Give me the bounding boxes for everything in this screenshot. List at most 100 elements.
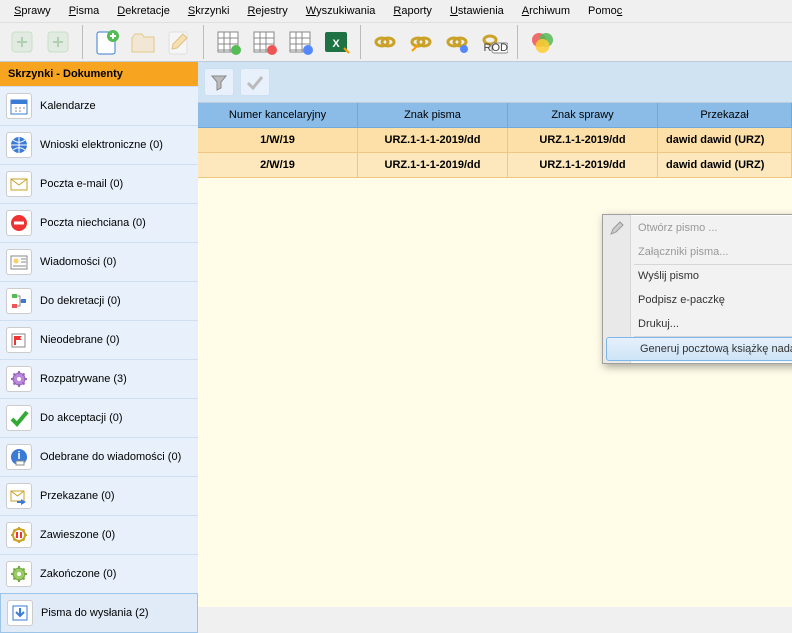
cell-sprawa: URZ.1-1-2019/dd (508, 153, 658, 178)
column-znak-sprawy[interactable]: Znak sprawy (508, 103, 658, 128)
sidebar-item-label: Do akceptacji (0) (40, 412, 123, 424)
menu-wyszukiwania[interactable]: Wyszukiwania (298, 3, 384, 19)
cell-pismo: URZ.1-1-1-2019/dd (358, 153, 508, 178)
context-menu-label: Podpisz e-paczkę (638, 294, 725, 306)
sidebar-item-label: Nieodebrane (0) (40, 334, 120, 346)
menu-skrzynki[interactable]: Skrzynki (180, 3, 238, 19)
sidebar-item-info[interactable]: i Odebrane do wiadomości (0) (0, 437, 198, 476)
context-menu-item[interactable]: Generuj pocztową książkę nadawczą (606, 337, 792, 361)
cell-num: 1/W/19 (198, 128, 358, 153)
context-menu-label: Wyślij pismo (638, 270, 699, 282)
sidebar-item-label: Poczta e-mail (0) (40, 178, 123, 190)
toolbar-link1-icon[interactable] (369, 26, 401, 58)
gear-icon (6, 366, 32, 392)
toolbar-add-icon[interactable] (6, 26, 38, 58)
toolbar-link2-icon[interactable] (405, 26, 437, 58)
sidebar-item-flag[interactable]: Nieodebrane (0) (0, 320, 198, 359)
send-icon (7, 600, 33, 626)
menu-pomoc[interactable]: Pomoc (580, 3, 630, 19)
toolbar-newdoc-icon[interactable] (91, 26, 123, 58)
info-icon: i (6, 444, 32, 470)
toolbar-rodo-icon[interactable]: RODO (477, 26, 509, 58)
context-menu-item[interactable]: Podpisz e-paczkę (604, 288, 792, 312)
sidebar-item-label: Poczta niechciana (0) (40, 217, 146, 229)
sidebar-item-send[interactable]: Pisma do wysłania (2) (0, 593, 198, 633)
sidebar-item-label: Do dekretacji (0) (40, 295, 121, 307)
context-menu-label: Drukuj... (638, 318, 679, 330)
funnel-icon[interactable] (204, 68, 234, 96)
table-row[interactable]: 2/W/19 URZ.1-1-1-2019/dd URZ.1-1-2019/dd… (198, 153, 792, 178)
sidebar-item-forward[interactable]: Przekazane (0) (0, 476, 198, 515)
sidebar-item-label: Wiadomości (0) (40, 256, 116, 268)
forward-icon (6, 483, 32, 509)
context-menu-item: Otwórz pismo ... (604, 216, 792, 240)
toolbar-venn-icon[interactable] (526, 26, 558, 58)
cell-pismo: URZ.1-1-1-2019/dd (358, 128, 508, 153)
toolbar-excel-icon[interactable]: X (320, 26, 352, 58)
toolbar-grid3-icon[interactable] (284, 26, 316, 58)
flag-icon (6, 327, 32, 353)
sidebar-item-label: Wnioski elektroniczne (0) (40, 139, 163, 151)
context-menu-label: Otwórz pismo ... (638, 222, 717, 234)
sidebar-item-globe[interactable]: Wnioski elektroniczne (0) (0, 125, 198, 164)
context-menu-item: Załączniki pisma... (604, 240, 792, 264)
grid-header: Numer kancelaryjny Znak pisma Znak spraw… (198, 103, 792, 128)
apply-check-icon[interactable] (240, 68, 270, 96)
sidebar-item-mail[interactable]: Poczta e-mail (0) (0, 164, 198, 203)
context-menu-item[interactable]: Drukuj...▶ (604, 312, 792, 336)
sidebar-item-news[interactable]: Wiadomości (0) (0, 242, 198, 281)
sidebar-item-label: Odebrane do wiadomości (0) (40, 451, 181, 463)
cell-num: 2/W/19 (198, 153, 358, 178)
news-icon (6, 249, 32, 275)
toolbar-edit-icon[interactable] (163, 26, 195, 58)
menubar: Sprawy Pisma Dekretacje Skrzynki Rejestr… (0, 0, 792, 23)
cell-przek: dawid dawid (URZ) (658, 128, 792, 153)
sidebar-item-label: Zawieszone (0) (40, 529, 115, 541)
table-row[interactable]: 1/W/19 URZ.1-1-1-2019/dd URZ.1-1-2019/dd… (198, 128, 792, 153)
column-przekazal[interactable]: Przekazał (658, 103, 792, 128)
sidebar: Skrzynki - Dokumenty Kalendarze Wnioski e… (0, 62, 198, 607)
menu-ustawienia[interactable]: Ustawienia (442, 3, 512, 19)
mail-icon (6, 171, 32, 197)
sidebar-item-label: Przekazane (0) (40, 490, 115, 502)
filter-bar (198, 62, 792, 103)
svg-text:RODO: RODO (484, 42, 509, 54)
toolbar: X RODO (0, 23, 792, 62)
sidebar-item-label: Kalendarze (40, 100, 96, 112)
menu-archiwum[interactable]: Archiwum (514, 3, 578, 19)
svg-text:i: i (17, 450, 20, 462)
toolbar-grid1-icon[interactable] (212, 26, 244, 58)
cell-przek: dawid dawid (URZ) (658, 153, 792, 178)
context-menu-label: Generuj pocztową książkę nadawczą (640, 343, 792, 355)
edit-icon (609, 220, 625, 236)
svg-text:X: X (332, 38, 340, 50)
toolbar-grid2-icon[interactable] (248, 26, 280, 58)
sidebar-item-gear2[interactable]: Zakończone (0) (0, 554, 198, 593)
sidebar-item-label: Zakończone (0) (40, 568, 116, 580)
tree-icon (6, 288, 32, 314)
sidebar-item-check[interactable]: Do akceptacji (0) (0, 398, 198, 437)
toolbar-link3-icon[interactable] (441, 26, 473, 58)
menu-sprawy[interactable]: Sprawy (6, 3, 59, 19)
menu-rejestry[interactable]: Rejestry (239, 3, 295, 19)
menu-pisma[interactable]: Pisma (61, 3, 108, 19)
sidebar-item-tree[interactable]: Do dekretacji (0) (0, 281, 198, 320)
cell-sprawa: URZ.1-1-2019/dd (508, 128, 658, 153)
menu-raporty[interactable]: Raporty (385, 3, 440, 19)
sidebar-item-gear[interactable]: Rozpatrywane (3) (0, 359, 198, 398)
column-numer[interactable]: Numer kancelaryjny (198, 103, 358, 128)
content-area: Numer kancelaryjny Znak pisma Znak spraw… (198, 62, 792, 607)
menu-dekretacje[interactable]: Dekretacje (109, 3, 178, 19)
sidebar-item-calendar[interactable]: Kalendarze (0, 86, 198, 125)
sidebar-title: Skrzynki - Dokumenty (0, 62, 198, 86)
toolbar-add2-icon[interactable] (42, 26, 74, 58)
column-znak-pisma[interactable]: Znak pisma (358, 103, 508, 128)
toolbar-folder-icon[interactable] (127, 26, 159, 58)
context-menu-item[interactable]: Wyślij pismo (604, 264, 792, 288)
sidebar-item-stop[interactable]: Poczta niechciana (0) (0, 203, 198, 242)
stop-icon (6, 210, 32, 236)
sidebar-item-pause[interactable]: Zawieszone (0) (0, 515, 198, 554)
pause-icon (6, 522, 32, 548)
check-icon (6, 405, 32, 431)
context-menu: Otwórz pismo ... Załączniki pisma... Wyśli… (602, 214, 792, 364)
